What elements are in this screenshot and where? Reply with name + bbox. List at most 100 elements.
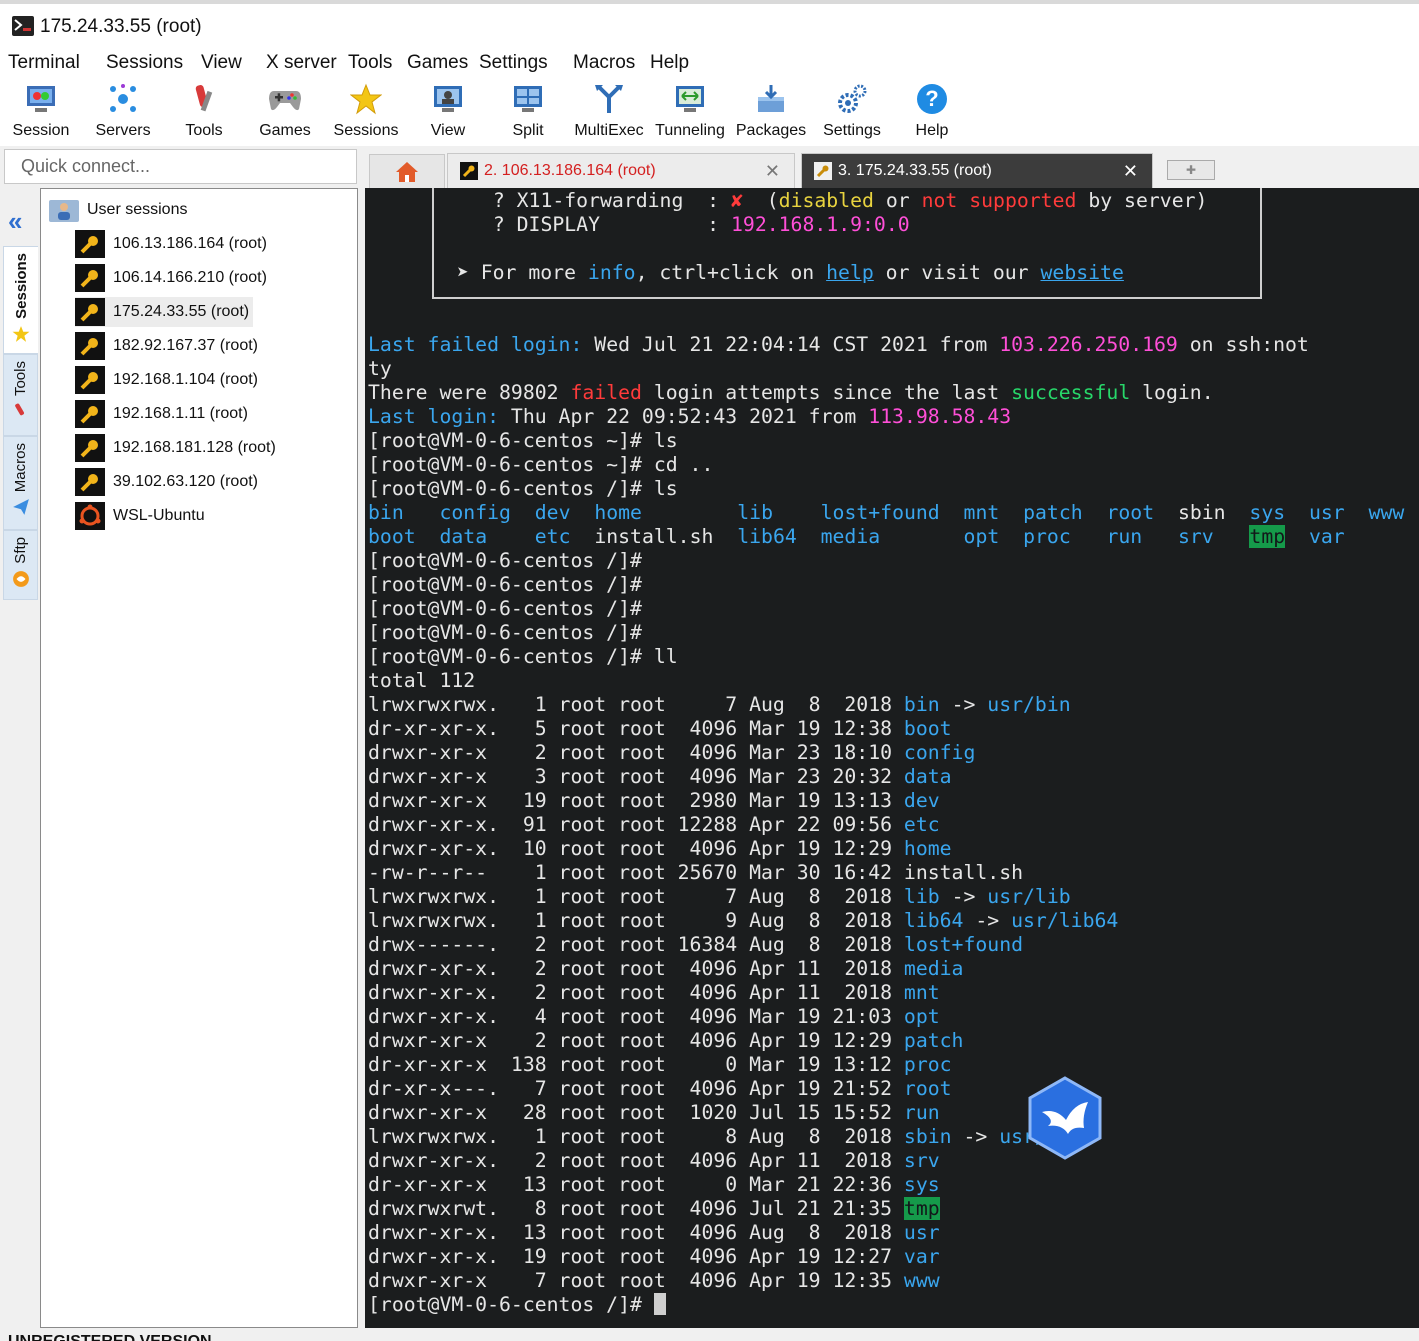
side-tab-macros[interactable]: Macros [3,436,38,530]
session-item[interactable]: WSL-Ubuntu [75,501,209,531]
gamepad-icon [268,82,302,116]
session-item-label: 39.102.63.120 (root) [113,473,258,490]
menu-help[interactable]: Help [650,52,689,74]
floating-bird-widget-icon[interactable] [1026,1076,1104,1160]
toolbar-tunneling-button[interactable]: Tunneling [654,82,726,144]
toolbar-multiexec-button[interactable]: MultiExec [574,82,644,144]
toolbar-sessions-button[interactable]: Sessions [334,82,398,144]
terminal-cursor [653,1293,666,1315]
ls-entry: tmp [1249,525,1286,548]
session-item[interactable]: 106.13.186.164 (root) [75,229,271,259]
ll-entry-name: config [903,741,976,764]
window-title: 175.24.33.55 (root) [40,16,202,37]
ls-entry: run [1106,525,1143,548]
unregistered-version-label: UNREGISTERED VERSION [8,1333,212,1341]
command-line: [root@VM-0-6-centos /]# ll [368,645,678,668]
ll-row: dr-xr-xr-x. 5 root root 4096 Mar 19 12:3… [368,717,952,740]
side-tab-sftp[interactable]: Sftp [3,530,38,600]
new-tab-button[interactable]: ✚ [1167,160,1215,180]
toolbar-tools-button[interactable]: Tools [178,82,230,144]
side-tab-sessions[interactable]: Sessions [3,246,38,354]
ll-entry-name: lost+found [903,933,1024,956]
ls-entry: install.sh [594,525,714,548]
last-failed-login-line: Last failed login: Wed Jul 21 22:04:14 C… [368,333,1309,356]
ll-entry-name: bin [903,693,940,716]
display-line: ? DISPLAY : 192.168.1.9:0.0 [469,213,910,236]
key-icon [75,468,105,496]
collapse-sidebar-icon[interactable]: « [8,206,22,237]
menu-view[interactable]: View [201,52,242,74]
menu-x-server[interactable]: X server [266,52,337,74]
tab-close-icon[interactable]: ✕ [765,161,780,182]
session-item[interactable]: 106.14.166.210 (root) [75,263,271,293]
menu-macros[interactable]: Macros [573,52,635,74]
star-icon [349,82,383,116]
website-link[interactable]: website [1041,261,1124,284]
empty-prompt-line: [root@VM-0-6-centos /]# [368,573,642,596]
ll-row: -rw-r--r-- 1 root root 25670 Mar 30 16:4… [368,861,1024,884]
ls-entry: var [1308,525,1345,548]
ll-entry-name: mnt [903,981,940,1004]
menu-tools[interactable]: Tools [348,52,392,74]
ll-row: drwxr-xr-x 2 root root 4096 Mar 23 18:10… [368,741,976,764]
ll-entry-name: data [903,765,952,788]
session-item[interactable]: 175.24.33.55 (root) [75,297,254,327]
ls-entry: patch [1023,501,1083,524]
ll-entry-name: install.sh [903,861,1024,884]
key-icon [75,332,105,360]
command-line: [root@VM-0-6-centos ~]# ls [368,429,678,452]
session-item[interactable]: 192.168.181.128 (root) [75,433,280,463]
user-sessions-folder[interactable]: User sessions [49,197,187,223]
ll-row: drwxr-xr-x. 2 root root 4096 Apr 11 2018… [368,981,940,1004]
toolbar-settings-button[interactable]: Settings [822,82,882,144]
session-item[interactable]: 192.168.1.11 (root) [75,399,252,429]
session-item-label: 192.168.1.11 (root) [113,405,248,422]
ll-row: drwxr-xr-x 28 root root 1020 Jul 15 15:5… [368,1101,940,1124]
ll-entry-name: www [903,1269,940,1292]
help-link[interactable]: help [826,261,874,284]
ls-entry: sbin [1177,501,1226,524]
toolbar-games-button[interactable]: Games [258,82,312,144]
menu-terminal[interactable]: Terminal [8,52,80,74]
tab-session-2[interactable]: 2. 106.13.186.164 (root) ✕ [447,153,795,188]
quick-connect-input[interactable] [5,150,356,183]
menu-games[interactable]: Games [407,52,468,74]
mobaxterm-app-icon [12,16,34,36]
ls-entry: data [439,525,488,548]
session-item[interactable]: 39.102.63.120 (root) [75,467,262,497]
home-tab[interactable] [369,154,445,188]
toolbar-split-button[interactable]: Split [508,82,548,144]
toolbar-view-button[interactable]: View [428,82,468,144]
packages-icon [754,82,788,116]
menu-bar: Terminal Sessions View X server Tools Ga… [0,48,1419,78]
ll-row: drwxrwxrwt. 8 root root 4096 Jul 21 21:3… [368,1197,940,1220]
ll-row: drwxr-xr-x 3 root root 4096 Mar 23 20:32… [368,765,952,788]
ll-entry-name: boot [903,717,952,740]
help-icon: ? [915,82,949,116]
toolbar-help-button[interactable]: ? Help [910,82,954,144]
ls-entry: mnt [963,501,1000,524]
menu-sessions[interactable]: Sessions [106,52,183,74]
session-item[interactable]: 182.92.167.37 (root) [75,331,262,361]
ll-entry-name: sys [903,1173,940,1196]
tab-session-3[interactable]: 3. 175.24.33.55 (root) ✕ [801,153,1153,188]
ls-entry: opt [963,525,1000,548]
ll-row: dr-xr-x---. 7 root root 4096 Apr 19 21:5… [368,1077,952,1100]
star-icon [12,326,30,342]
toolbar-servers-button[interactable]: Servers [94,82,152,144]
toolbar-packages-button[interactable]: Packages [736,82,806,144]
terminal-output[interactable]: ? X11-forwarding : ✘ (disabled or not su… [365,188,1419,1328]
gear-icon [835,82,869,116]
ll-row: dr-xr-xr-x 13 root root 0 Mar 21 22:36 s… [368,1173,940,1196]
session-item[interactable]: 192.168.1.104 (root) [75,365,262,395]
tools-icon [187,82,221,116]
toolbar-session-button[interactable]: Session [12,82,70,144]
view-icon [431,82,465,116]
key-icon [75,366,105,394]
ls-entry: boot [368,525,416,548]
ls-entry: bin [368,501,404,524]
ll-row: drwxr-xr-x 7 root root 4096 Apr 19 12:35… [368,1269,940,1292]
side-tab-tools[interactable]: Tools [3,354,38,436]
tab-close-icon[interactable]: ✕ [1123,161,1138,182]
menu-settings[interactable]: Settings [479,52,548,74]
